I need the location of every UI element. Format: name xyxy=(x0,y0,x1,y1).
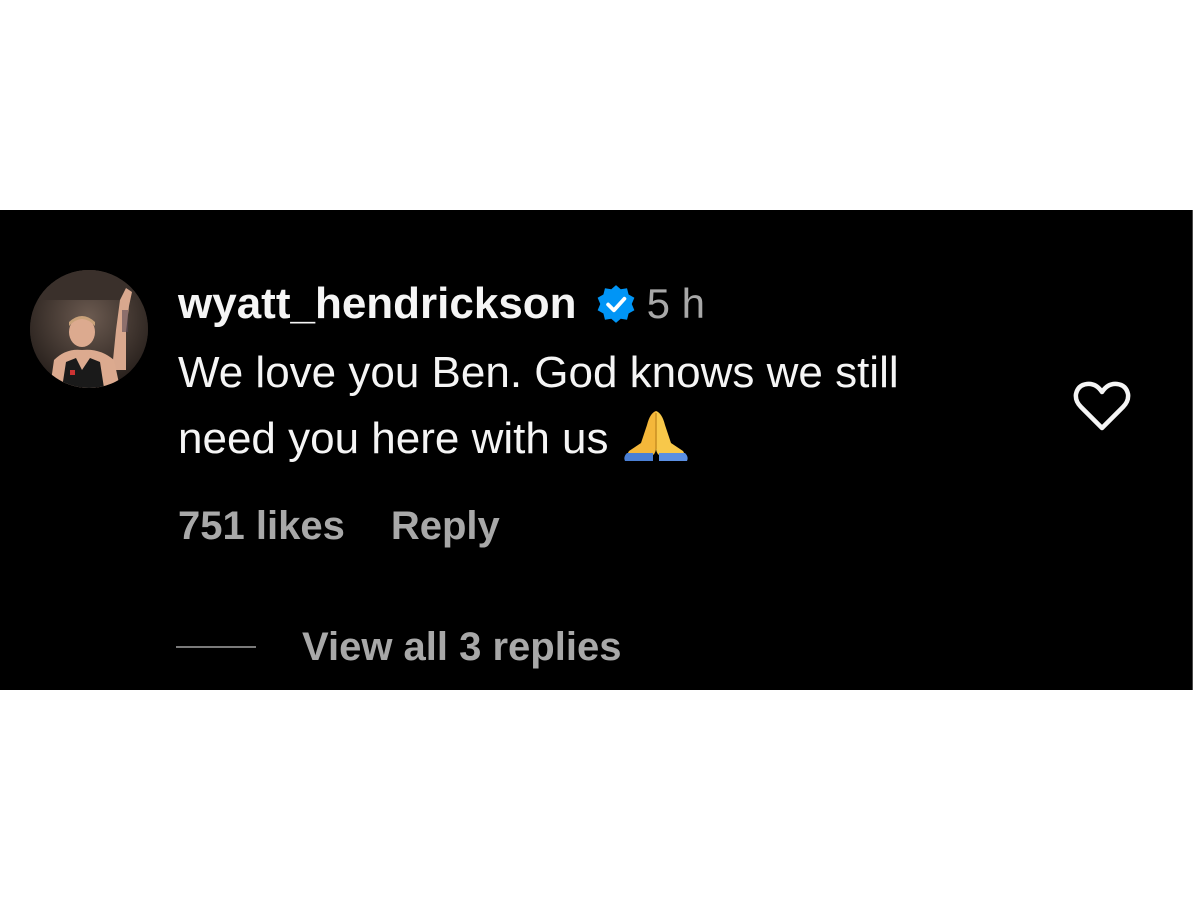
comment-text-line-2: need you here with us xyxy=(178,414,609,463)
username-link[interactable]: wyatt_hendrickson xyxy=(178,279,577,329)
comment-header: wyatt_hendrickson 5 h xyxy=(178,278,705,330)
comment-actions: 751 likes Reply xyxy=(178,500,500,552)
panel-edge xyxy=(1192,210,1200,690)
screenshot-canvas: wyatt_hendrickson 5 h We love you Ben. G… xyxy=(0,0,1200,900)
avatar[interactable] xyxy=(30,270,148,388)
comment-timestamp: 5 h xyxy=(646,280,705,327)
heart-outline-icon xyxy=(1073,381,1131,431)
comment-text-line-2-wrap: need you here with us xyxy=(178,406,1058,472)
comment-body: We love you Ben. God knows we still need… xyxy=(178,340,1058,472)
avatar-photo xyxy=(30,270,148,388)
view-replies-button[interactable]: View all 3 replies xyxy=(302,625,621,670)
reply-button[interactable]: Reply xyxy=(391,504,500,549)
replies-divider xyxy=(176,646,256,648)
verified-badge-icon xyxy=(595,283,637,325)
likes-count[interactable]: 751 likes xyxy=(178,504,345,549)
folded-hands-emoji-icon xyxy=(623,407,689,461)
like-button[interactable] xyxy=(1073,380,1131,432)
view-replies-row[interactable]: View all 3 replies xyxy=(176,622,621,672)
comment-text-line-1: We love you Ben. God knows we still xyxy=(178,348,899,397)
